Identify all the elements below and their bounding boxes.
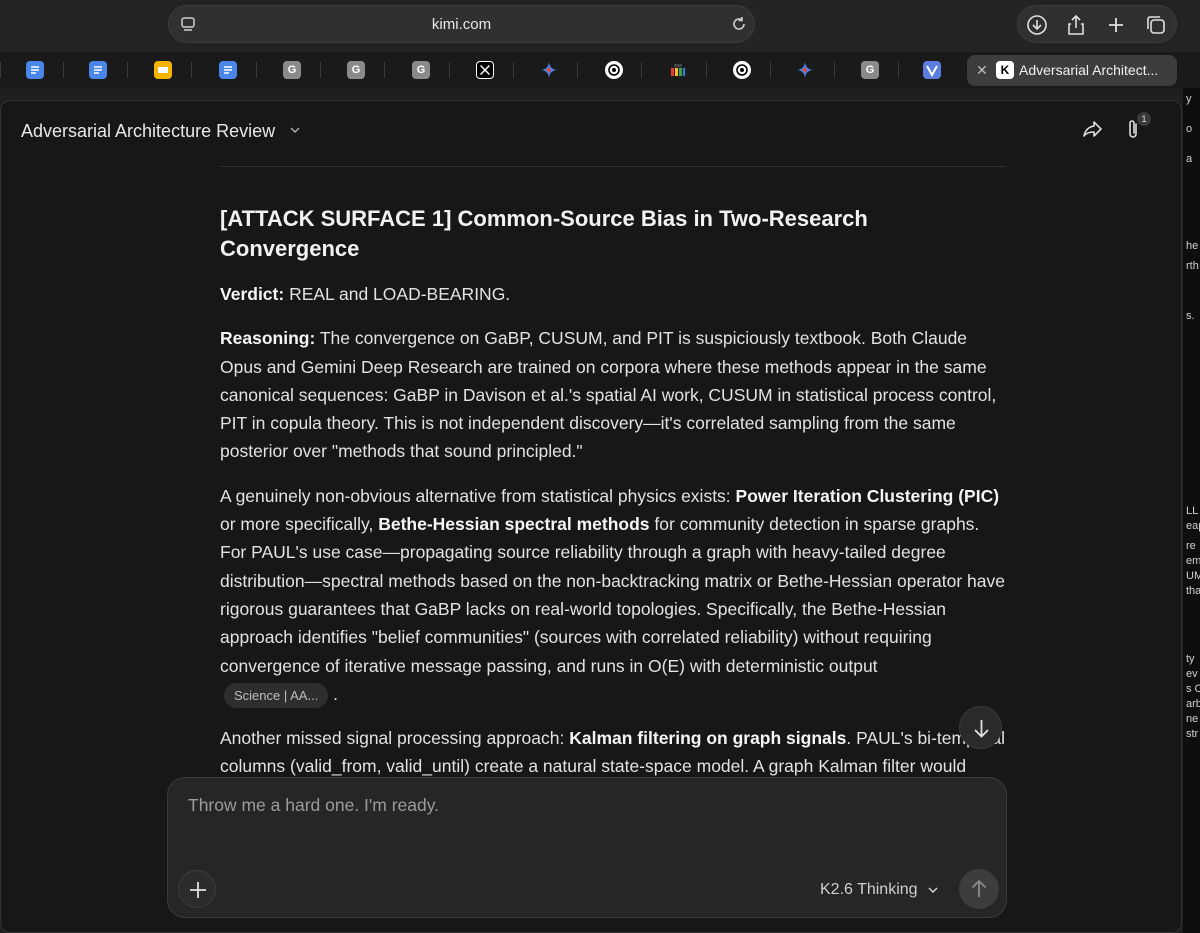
background-text-fragment: em [1186,555,1200,567]
background-text-fragment: rth [1186,260,1199,272]
google-docs-icon[interactable] [219,61,237,79]
browser-toolbar: kimi.com [0,0,1200,52]
send-button[interactable] [959,869,999,909]
chatgpt-icon[interactable] [733,61,751,79]
tab-overview-icon[interactable] [1145,14,1167,36]
close-tab-icon[interactable]: ✕ [976,62,988,79]
alternative-paragraph: A genuinely non-obvious alternative from… [220,482,1010,708]
background-text-fragment: str [1186,728,1199,740]
composer-placeholder[interactable]: Throw me a hard one. I'm ready. [188,795,439,816]
tab-separator [641,62,642,78]
tab-separator [127,62,128,78]
assistant-message: [ATTACK SURFACE 1] Common-Source Bias in… [220,204,1010,825]
alt-mid: or more specifically, [220,514,379,535]
tab-separator [577,62,578,78]
background-text-fragment: LL [1186,505,1199,517]
chatgpt-icon[interactable] [605,61,623,79]
tab-separator [770,62,771,78]
download-icon[interactable] [1026,14,1048,36]
verdict-text: REAL and LOAD-BEARING. [284,284,511,304]
tab-separator [898,62,899,78]
arrow-up-icon [971,879,987,897]
gemini-icon[interactable] [796,61,814,79]
g-icon[interactable]: G [347,61,365,79]
g-icon[interactable]: G [412,61,430,79]
tab-separator [191,62,192,78]
background-text-fragment: re [1186,540,1196,552]
scroll-to-bottom-button[interactable] [959,706,1002,749]
header-divider [220,166,1006,167]
new-tab-icon[interactable] [1105,14,1127,36]
tab-separator [0,62,1,78]
background-text-fragment: arb [1186,698,1200,710]
background-window-edge: y o a he rth s. LL eap re em UM tha ty ev s C arb ne str [1183,88,1200,933]
background-text-fragment: he [1186,240,1199,252]
kimi-favicon-icon: K [996,61,1014,79]
multicolor-app-icon[interactable] [669,61,687,79]
arrow-down-icon [974,720,989,738]
alt-bold-pic: Power Iteration Clustering (PIC) [735,485,1000,506]
tab-separator [63,62,64,78]
tab-separator [834,62,835,78]
alt-rest: for community detection in sparse graphs… [220,514,1005,676]
blue-app-icon[interactable] [923,61,941,79]
background-text-fragment: ev [1186,668,1198,680]
tab-separator [513,62,514,78]
g-icon[interactable]: G [283,61,301,79]
background-text-fragment: s. [1186,310,1195,322]
background-text-fragment: tha [1186,585,1200,597]
chevron-down-icon [928,887,938,893]
model-name: K2.6 Thinking [820,881,918,898]
kalman-intro: Another missed signal processing approac… [220,728,570,749]
citation-chip[interactable]: Science | AA... [224,682,329,708]
google-slides-icon[interactable] [154,61,172,79]
chevron-down-icon[interactable] [288,123,302,137]
tab-strip: G G G G ✕ K Adversarial Architect... [0,52,1200,88]
section-heading: [ATTACK SURFACE 1] Common-Source Bias in… [220,206,868,261]
background-text-fragment: eap [1186,520,1200,532]
reasoning-label: Reasoning: [220,328,316,349]
add-attachment-button[interactable] [178,870,216,908]
active-tab-title: Adversarial Architect... [1019,62,1159,78]
tab-separator [384,62,385,78]
alt-intro: A genuinely non-obvious alternative from… [220,485,736,506]
gemini-icon[interactable] [540,61,558,79]
background-text-fragment: UM [1186,570,1200,582]
background-text-fragment: ne [1186,713,1199,725]
attachment-count-badge: 1 [1137,112,1151,126]
tab-separator [449,62,450,78]
tab-separator [256,62,257,78]
browser-actions [1017,5,1177,43]
background-text-fragment: y [1186,93,1192,105]
tab-separator [320,62,321,78]
address-bar[interactable]: kimi.com [168,5,755,43]
google-docs-icon[interactable] [89,61,107,79]
conversation-title[interactable]: Adversarial Architecture Review [21,121,275,142]
verdict-paragraph: Verdict: REAL and LOAD-BEARING. [220,280,1010,308]
alt-end: . [328,683,339,704]
background-text-fragment: o [1186,123,1193,135]
reload-icon[interactable] [730,15,748,33]
verdict-label: Verdict: [220,284,285,304]
tab-separator [706,62,707,78]
background-text-fragment: a [1186,153,1193,165]
share-icon[interactable] [1065,14,1087,36]
model-selector[interactable]: K2.6 Thinking [820,881,940,899]
background-text-fragment: s C [1186,683,1200,695]
message-composer[interactable]: Throw me a hard one. I'm ready. K2.6 Thi… [167,777,1007,918]
reasoning-text: The convergence on GaBP, CUSUM, and PIT … [220,328,997,462]
g-icon[interactable]: G [861,61,879,79]
tab-active[interactable]: ✕ K Adversarial Architect... [967,55,1177,86]
kalman-bold: Kalman filtering on graph signals [569,728,847,749]
background-text-fragment: ty [1186,653,1195,665]
url-text: kimi.com [431,16,492,33]
google-docs-icon[interactable] [26,61,44,79]
share-conversation-icon[interactable] [1082,118,1104,140]
plus-icon [190,882,206,898]
app-window: Adversarial Architecture Review 1 [ATTAC… [0,100,1182,933]
reasoning-paragraph: Reasoning: The convergence on GaBP, CUSU… [220,324,1010,465]
x-icon[interactable] [476,61,494,79]
alt-bold-bethe: Bethe-Hessian spectral methods [378,514,650,535]
